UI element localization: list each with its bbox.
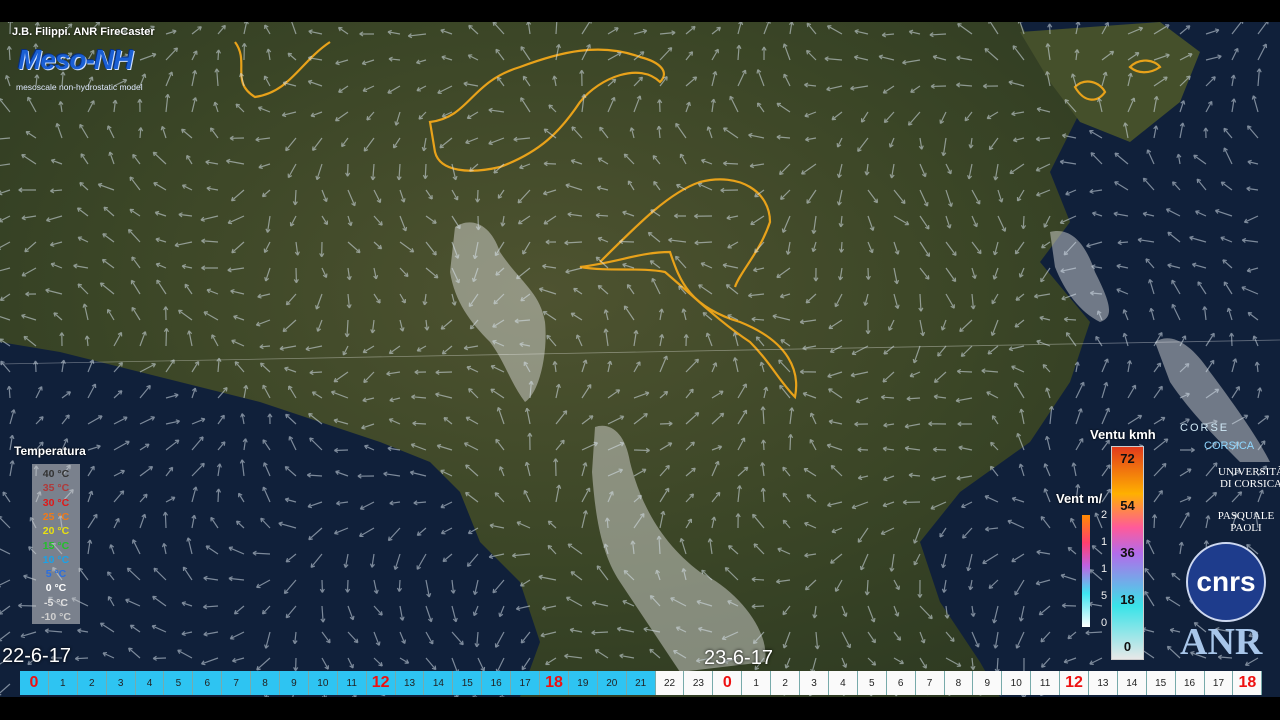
timeline-hour[interactable]: 4	[135, 671, 165, 695]
wind-ms-title: Vent m/	[1056, 491, 1103, 506]
timeline-hour[interactable]: 11	[337, 671, 367, 695]
timeline-hour[interactable]: 5	[857, 671, 887, 695]
wind-ms-label: 0	[1101, 617, 1108, 629]
timeline-hour[interactable]: 15	[453, 671, 483, 695]
timeline-hour[interactable]: 16	[482, 671, 512, 695]
wind-ms-scale	[1082, 515, 1090, 627]
timeline-hour[interactable]: 0	[713, 671, 743, 695]
date-day2: 23-6-17	[704, 647, 773, 669]
wind-kmh-label: 36	[1120, 545, 1135, 560]
timeline-hour[interactable]: 8	[251, 671, 281, 695]
temperature-legend-entry: -10 °C	[41, 611, 71, 623]
corsica-logo-text: CORSICA	[1204, 440, 1255, 452]
temperature-scale: 40 °C 35 °C 30 °C 25 °C 20 °C 15 °C 10 °C 5 °C 0…	[32, 464, 80, 624]
wind-kmh-scale: 72 54 36 18 0	[1111, 446, 1144, 660]
timeline-hour[interactable]: 7	[915, 671, 945, 695]
wind-ms-label: 1	[1101, 536, 1108, 548]
temperature-legend-entry: -5 °C	[43, 596, 69, 609]
wind-ms-label: 5	[1101, 590, 1108, 602]
wind-kmh-label: 0	[1123, 639, 1132, 654]
timeline-hour[interactable]: 11	[1031, 671, 1061, 695]
partner-logos: CORSE CORSICA UNIVERSITÀ DI CORSICA PASQ…	[1172, 420, 1280, 670]
timeline-hour[interactable]: 2	[77, 671, 107, 695]
timeline-bar[interactable]: 0 1 2 3 4 5 6 7 8 9 10 11 12 13 14 15 16 17 18 19 20 21 22 23 0 1…	[20, 671, 1263, 695]
timeline-hour[interactable]: 4	[828, 671, 858, 695]
cnrs-logo: cnrs	[1186, 542, 1266, 622]
timeline-hour[interactable]: 17	[1204, 671, 1234, 695]
timeline-hour[interactable]: 14	[1117, 671, 1147, 695]
timeline-hour[interactable]: 14	[424, 671, 454, 695]
meso-nh-logo: Meso-NH mesoscale non-hydrostatic model	[14, 42, 158, 96]
timeline-hour[interactable]: 6	[193, 671, 223, 695]
temperature-legend-entry: 5 °C	[45, 568, 67, 581]
temperature-legend-entry: 15 °C	[42, 539, 70, 552]
temperature-legend-entry: 40 °C	[42, 468, 70, 480]
wind-kmh-title: Ventu kmh	[1090, 427, 1156, 442]
timeline-hour[interactable]: 6	[886, 671, 916, 695]
timeline-hour[interactable]: 10	[308, 671, 338, 695]
credit-text: J.B. Filippi. ANR FireCaster	[12, 26, 155, 38]
timeline-hour[interactable]: 17	[511, 671, 541, 695]
timeline-hour[interactable]: 13	[395, 671, 425, 695]
timeline-hour[interactable]: 7	[222, 671, 252, 695]
timeline-hour[interactable]: 16	[1175, 671, 1205, 695]
timeline-hour[interactable]: 8	[944, 671, 974, 695]
corse-logo-text: CORSE	[1180, 422, 1230, 434]
timeline-hour[interactable]: 3	[106, 671, 136, 695]
timeline-hour[interactable]: 10	[1002, 671, 1032, 695]
timeline-hour[interactable]: 0	[20, 671, 49, 695]
wind-kmh-label: 72	[1120, 451, 1135, 466]
wind-kmh-label: 54	[1120, 498, 1135, 513]
timeline-hour[interactable]: 12	[366, 671, 396, 695]
temperature-legend-entry: 30 °C	[42, 496, 70, 509]
wind-kmh-label: 18	[1120, 592, 1135, 607]
timeline-hour[interactable]: 19	[568, 671, 598, 695]
timeline-hour[interactable]: 23	[684, 671, 714, 695]
timeline-hour[interactable]: 22	[655, 671, 685, 695]
wind-ms-label: 1	[1101, 563, 1108, 575]
timeline-hour[interactable]: 20	[597, 671, 627, 695]
university-logo-text: UNIVERSITÀ DI CORSICA	[1218, 466, 1280, 490]
timeline-hour[interactable]: 9	[280, 671, 309, 695]
wind-ms-label: 2	[1101, 509, 1108, 521]
timeline-hour[interactable]: 5	[164, 671, 194, 695]
timeline-hour[interactable]: 1	[742, 671, 772, 695]
temperature-legend-entry: 20 °C	[42, 525, 70, 538]
timeline-hour[interactable]: 2	[771, 671, 801, 695]
date-day1: 22-6-17	[2, 645, 71, 667]
anr-logo: ANR	[1180, 621, 1263, 663]
timeline-hour[interactable]: 18	[540, 671, 569, 695]
timeline-hour[interactable]: 13	[1088, 671, 1118, 695]
temperature-legend-title: Temperatura	[14, 444, 86, 458]
meso-nh-subtitle: mesoscale non-hydrostatic model	[16, 82, 143, 92]
timeline-hour[interactable]: 18	[1233, 671, 1263, 695]
temperature-legend-entry: 10 °C	[42, 553, 70, 566]
timeline-hour[interactable]: 3	[800, 671, 829, 695]
paoli-logo-text: PASQUALE PAOLI	[1217, 510, 1275, 534]
temperature-legend-entry: 0 °C	[45, 582, 67, 595]
timeline-hour[interactable]: 15	[1146, 671, 1176, 695]
temperature-legend: Temperatura 40 °C 35 °C 30 °C 25 °C 20 °C 15 …	[10, 444, 100, 624]
temperature-legend-entry: 35 °C	[42, 482, 70, 495]
timeline-hour[interactable]: 9	[973, 671, 1003, 695]
timeline-hour[interactable]: 1	[48, 671, 78, 695]
timeline-hour[interactable]: 12	[1060, 671, 1089, 695]
temperature-legend-entry: 25 °C	[42, 510, 70, 523]
timeline-hour[interactable]: 21	[626, 671, 656, 695]
meso-nh-name: Meso-NH	[18, 44, 133, 75]
